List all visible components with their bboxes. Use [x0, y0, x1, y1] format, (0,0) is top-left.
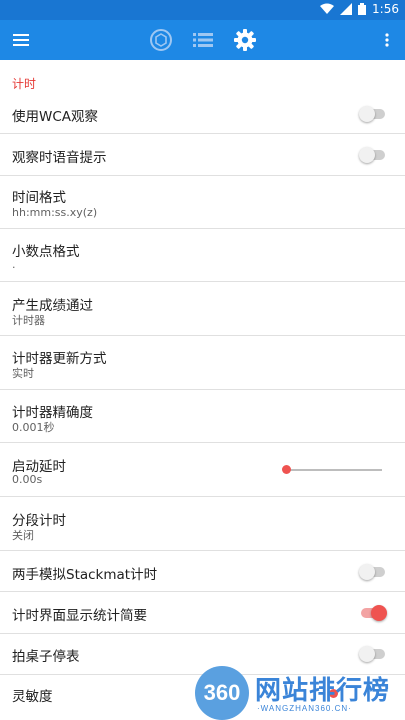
setting-title: 拍桌子停表	[12, 649, 80, 665]
setting-value: 关闭	[12, 529, 34, 542]
tab-timer[interactable]	[146, 20, 176, 60]
setting-value: 计时器	[12, 314, 45, 327]
overflow-menu-button[interactable]	[375, 20, 399, 60]
setting-use-wca-inspection[interactable]: 使用WCA观察	[0, 94, 405, 134]
setting-value: 实时	[12, 367, 34, 380]
setting-title: 启动延时	[12, 459, 66, 475]
setting-title: 小数点格式	[12, 244, 80, 260]
watermark-brand: 网站排行榜	[255, 676, 391, 706]
watermark: 360 网站排行榜 ·WANGZHAN360.CN·	[195, 666, 405, 720]
status-bar: 1:56	[0, 0, 405, 20]
setting-show-stats-summary[interactable]: 计时界面显示统计简要	[0, 592, 405, 634]
setting-title: 分段计时	[12, 513, 66, 529]
setting-start-delay[interactable]: 启动延时 0.00s	[0, 443, 405, 497]
status-time: 1:56	[372, 2, 399, 16]
setting-time-format[interactable]: 时间格式 hh:mm:ss.xy(z)	[0, 176, 405, 229]
setting-title: 灵敏度	[12, 689, 53, 705]
setting-title: 产生成绩通过	[12, 298, 93, 314]
setting-title: 时间格式	[12, 190, 66, 206]
setting-value: 0.00s	[12, 473, 43, 486]
start-delay-slider[interactable]	[286, 469, 382, 471]
app-toolbar	[0, 20, 405, 60]
cube-icon	[150, 29, 172, 51]
setting-result-source[interactable]: 产生成绩通过 计时器	[0, 282, 405, 336]
start-delay-slider-thumb[interactable]	[282, 465, 291, 474]
setting-title: 计时器精确度	[12, 405, 93, 421]
list-icon	[193, 33, 213, 47]
tap-stop-switch[interactable]	[359, 646, 385, 662]
setting-title: 使用WCA观察	[12, 109, 99, 125]
tab-settings[interactable]	[230, 20, 260, 60]
setting-decimal-format[interactable]: 小数点格式 .	[0, 229, 405, 282]
setting-stackmat-emulation[interactable]: 两手模拟Stackmat计时	[0, 551, 405, 592]
setting-value: .	[12, 258, 16, 271]
stats-summary-switch[interactable]	[361, 605, 387, 621]
setting-timer-precision[interactable]: 计时器精确度 0.001秒	[0, 390, 405, 443]
setting-inspection-voice[interactable]: 观察时语音提示	[0, 134, 405, 176]
setting-value: hh:mm:ss.xy(z)	[12, 206, 98, 219]
wca-inspection-switch[interactable]	[359, 106, 385, 122]
menu-button[interactable]	[6, 20, 36, 60]
setting-title: 计时界面显示统计简要	[12, 608, 147, 624]
gear-icon	[234, 29, 256, 51]
stackmat-switch[interactable]	[359, 564, 385, 580]
watermark-url: ·WANGZHAN360.CN·	[257, 704, 352, 713]
battery-icon	[358, 3, 367, 15]
setting-timer-update[interactable]: 计时器更新方式 实时	[0, 336, 405, 390]
inspection-voice-switch[interactable]	[359, 147, 385, 163]
setting-split-timing[interactable]: 分段计时 关闭	[0, 497, 405, 551]
setting-title: 计时器更新方式	[12, 351, 107, 367]
setting-title: 两手模拟Stackmat计时	[12, 567, 158, 583]
tab-list[interactable]	[188, 20, 218, 60]
section-header: 计时	[12, 77, 37, 91]
setting-title: 观察时语音提示	[12, 150, 107, 166]
setting-value: 0.001秒	[12, 421, 55, 434]
wifi-icon	[320, 3, 335, 14]
signal-icon	[340, 3, 353, 15]
watermark-logo: 360	[195, 666, 249, 720]
overflow-icon	[385, 33, 389, 47]
menu-icon	[13, 34, 29, 46]
